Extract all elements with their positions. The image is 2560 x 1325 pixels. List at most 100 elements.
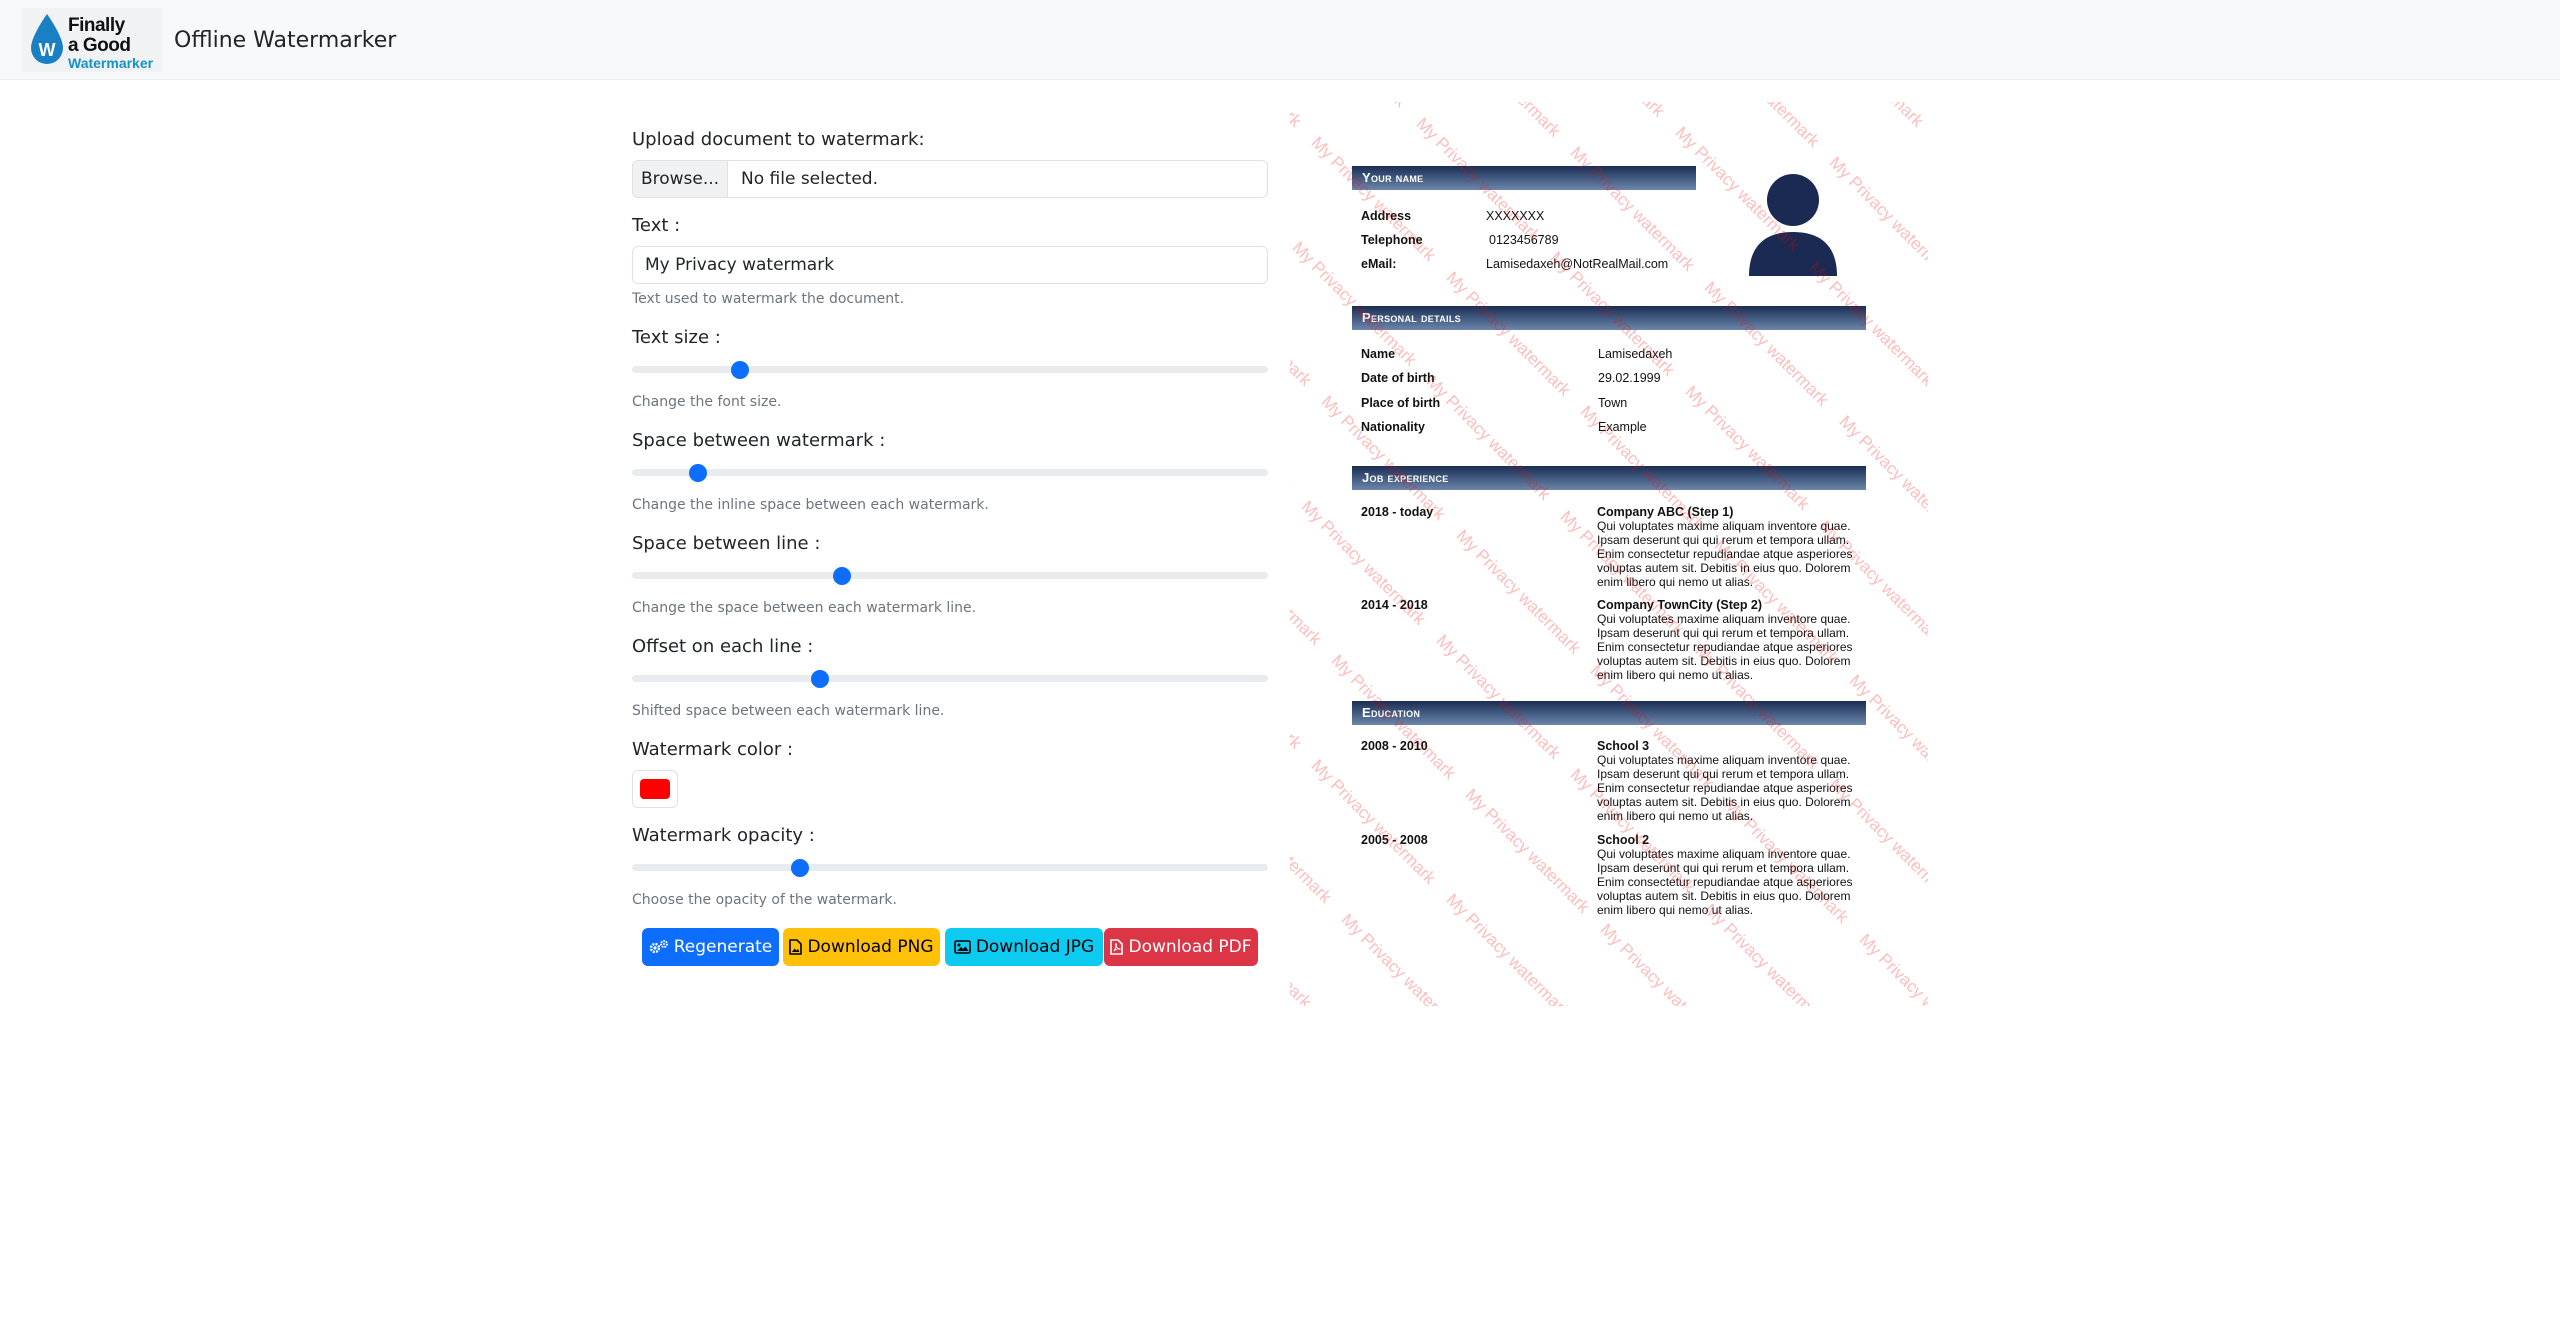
- watermark-text: My Privacy watermark: [1720, 795, 1853, 927]
- watermark-text: My Privacy watermark: [1586, 660, 1719, 793]
- space-line-label: Space between line :: [632, 533, 821, 554]
- space-watermark-slider[interactable]: [632, 462, 1268, 482]
- watermark-text: My Privacy watermark: [1845, 670, 1928, 803]
- watermark-text: My Privacy watermark: [1432, 631, 1564, 763]
- watermark-overlay: My Privacy watermarkMy Privacy watermark…: [1290, 102, 1928, 1006]
- watermark-text: My Privacy watermark: [1297, 496, 1430, 629]
- space-line-help: Change the space between each watermark …: [632, 600, 977, 616]
- watermark-text: My Privacy watermark: [1307, 133, 1440, 265]
- space-watermark-label: Space between watermark :: [632, 430, 886, 451]
- watermark-text: My Privacy watermark: [1815, 516, 1928, 649]
- space-watermark-help: Change the inline space between each wat…: [632, 497, 989, 513]
- watermark-text: My Privacy watermark: [1701, 899, 1833, 1006]
- navbar: W Finally a Good Watermarker Offline Wat…: [0, 0, 2560, 80]
- watermark-text: My Privacy watermark: [1701, 277, 1833, 410]
- watermark-text: My Privacy watermark: [1317, 392, 1450, 524]
- download-pdf-label: Download PDF: [1128, 937, 1252, 957]
- slider-track: [632, 675, 1268, 682]
- watermark-text: My Privacy watermark: [1337, 909, 1470, 1006]
- file-input[interactable]: Browse... No file selected.: [632, 160, 1268, 198]
- logo-text-line2: a Good: [68, 35, 131, 56]
- watermark-text: My Privacy watermark: [1596, 919, 1729, 1006]
- watermark-text: My Privacy watermark: [1710, 536, 1843, 668]
- download-jpg-label: Download JPG: [975, 937, 1095, 957]
- logo-text-line3: Watermarker: [68, 55, 154, 71]
- slider-track: [632, 864, 1268, 871]
- logo-text-line1: Finally: [68, 15, 125, 36]
- slider-track: [632, 366, 1268, 373]
- watermark-text: My Privacy watermark: [1546, 247, 1679, 380]
- watermark-text: My Privacy watermark: [1576, 402, 1709, 534]
- watermarked-preview: Your name Address XXXXXXX Telephone 0123…: [1290, 102, 1928, 1006]
- app-title[interactable]: Offline Watermarker: [174, 28, 396, 53]
- gears-icon: [649, 940, 668, 954]
- color-picker[interactable]: [632, 770, 678, 808]
- watermark-text: My Privacy watermark: [1327, 650, 1460, 783]
- watermark-text: My Privacy watermark: [1795, 102, 1928, 131]
- slider-thumb[interactable]: [811, 670, 830, 688]
- offset-slider[interactable]: [632, 668, 1268, 688]
- space-line-slider[interactable]: [632, 565, 1268, 585]
- file-status: No file selected.: [741, 169, 878, 189]
- text-size-slider[interactable]: [632, 359, 1268, 379]
- slider-thumb[interactable]: [791, 859, 810, 877]
- offset-label: Offset on each line :: [632, 636, 814, 657]
- watermark-text: My Privacy watermark: [1681, 382, 1813, 514]
- watermark-text: My Privacy watermark: [1855, 929, 1928, 1007]
- text-help: Text used to watermark the document.: [632, 291, 905, 307]
- file-image-icon: [789, 939, 803, 955]
- watermark-text: My Privacy watermark: [1290, 880, 1316, 1006]
- slider-thumb[interactable]: [730, 361, 749, 379]
- watermark-text: My Privacy watermark: [1566, 765, 1699, 898]
- watermark-text: My Privacy watermark: [1290, 237, 1420, 370]
- offset-help: Shifted space between each watermark lin…: [632, 703, 945, 719]
- text-size-label: Text size :: [632, 327, 721, 348]
- watermark-text: My Privacy watermark: [1290, 258, 1316, 390]
- regenerate-label: Regenerate: [673, 937, 773, 957]
- browse-button[interactable]: Browse...: [633, 161, 728, 197]
- watermark-text: My Privacy watermark: [1412, 113, 1545, 246]
- watermark-text: My Privacy watermark: [1671, 123, 1803, 256]
- watermark-text-input[interactable]: [632, 246, 1268, 284]
- watermark-text: My Privacy watermark: [1690, 102, 1823, 151]
- watermark-text: My Privacy watermark: [1290, 102, 1305, 131]
- regenerate-button[interactable]: Regenerate: [642, 928, 779, 966]
- text-label: Text :: [632, 215, 681, 236]
- text-size-help: Change the font size.: [632, 394, 782, 410]
- watermark-text: My Privacy watermark: [1825, 153, 1928, 285]
- download-png-button[interactable]: Download PNG: [783, 928, 940, 966]
- water-drop-icon: W: [31, 14, 63, 64]
- download-png-label: Download PNG: [807, 937, 934, 957]
- watermark-text: My Privacy watermark: [1566, 143, 1699, 275]
- watermark-text: My Privacy watermark: [1290, 517, 1325, 649]
- watermark-text: My Privacy watermark: [1422, 372, 1555, 504]
- watermark-text: My Privacy watermark: [1835, 411, 1928, 544]
- slider-thumb[interactable]: [832, 567, 851, 585]
- watermark-text: My Privacy watermark: [1442, 267, 1574, 400]
- color-swatch: [640, 779, 670, 799]
- app-logo[interactable]: W Finally a Good Watermarker: [22, 8, 162, 72]
- color-label: Watermark color :: [632, 739, 794, 760]
- opacity-label: Watermark opacity :: [632, 825, 815, 846]
- watermark-text: My Privacy watermark: [1556, 506, 1689, 639]
- slider-track: [632, 572, 1268, 579]
- slider-thumb[interactable]: [688, 464, 707, 482]
- file-pdf-icon: [1110, 939, 1124, 955]
- watermark-text: My Privacy watermark: [1462, 785, 1594, 917]
- watermark-text: My Privacy watermark: [1805, 257, 1928, 390]
- download-jpg-button[interactable]: Download JPG: [945, 928, 1103, 966]
- opacity-help: Choose the opacity of the watermark.: [632, 892, 897, 908]
- watermark-text: My Privacy watermark: [1290, 102, 1410, 112]
- watermark-text: My Privacy watermark: [1290, 775, 1335, 907]
- watermark-text: My Privacy watermark: [1452, 526, 1584, 659]
- download-pdf-button[interactable]: Download PDF: [1104, 928, 1258, 966]
- image-icon: [954, 940, 971, 954]
- logo-letter: W: [39, 40, 56, 60]
- upload-label: Upload document to watermark:: [632, 129, 925, 150]
- watermark-text: My Privacy watermark: [1825, 775, 1928, 907]
- watermark-text: My Privacy watermark: [1307, 755, 1440, 888]
- opacity-slider[interactable]: [632, 857, 1268, 877]
- watermark-text: My Privacy watermark: [1691, 641, 1823, 773]
- slider-track: [632, 469, 1268, 476]
- watermark-text: My Privacy watermark: [1432, 102, 1564, 141]
